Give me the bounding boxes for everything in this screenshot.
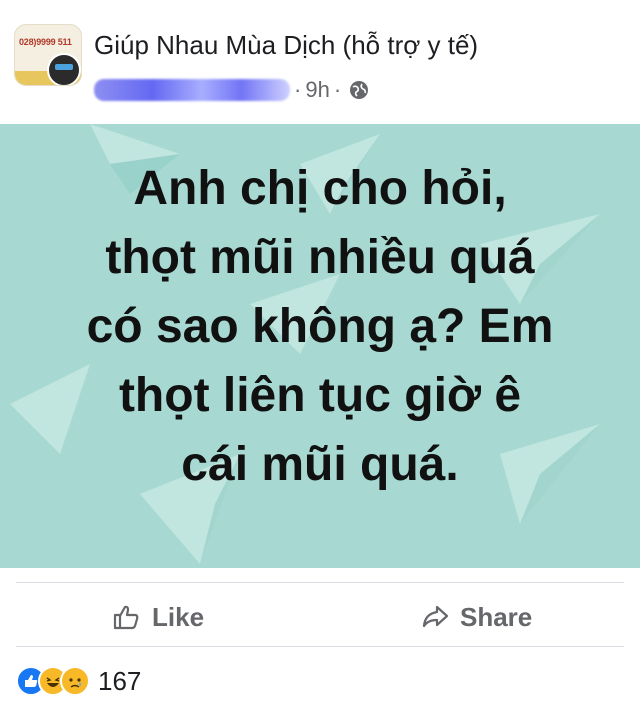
post-meta: · 9h · [94, 76, 369, 104]
sad-reaction-icon [60, 666, 90, 696]
post-time[interactable]: 9h [305, 77, 329, 103]
share-label: Share [460, 601, 533, 632]
like-button[interactable]: Like [112, 590, 204, 644]
divider [16, 582, 624, 583]
group-avatar[interactable]: 028)9999 511 [14, 24, 82, 86]
reaction-count: 167 [98, 665, 142, 696]
divider [16, 646, 624, 647]
post-text-background: Anh chị cho hỏi, thọt mũi nhiều quá có s… [0, 124, 640, 568]
author-name-redacted[interactable] [94, 79, 290, 101]
globe-icon [350, 81, 369, 99]
share-arrow-icon [422, 605, 449, 628]
reaction-summary[interactable]: 167 [16, 664, 141, 698]
avatar-phone-text: 028)9999 511 [19, 37, 72, 47]
post-actions: Like Share [0, 590, 640, 644]
like-label: Like [152, 601, 205, 632]
author-avatar [47, 53, 81, 85]
meta-separator: · [333, 77, 342, 102]
meta-separator: · [294, 77, 302, 102]
share-button[interactable]: Share [420, 590, 532, 644]
post-header: 028)9999 511 Giúp Nhau Mùa Dịch (hỗ trợ … [0, 0, 640, 122]
group-name[interactable]: Giúp Nhau Mùa Dịch (hỗ trợ y tế) [94, 30, 478, 61]
thumbs-up-icon [113, 605, 139, 630]
post-text: Anh chị cho hỏi, thọt mũi nhiều quá có s… [86, 162, 554, 491]
